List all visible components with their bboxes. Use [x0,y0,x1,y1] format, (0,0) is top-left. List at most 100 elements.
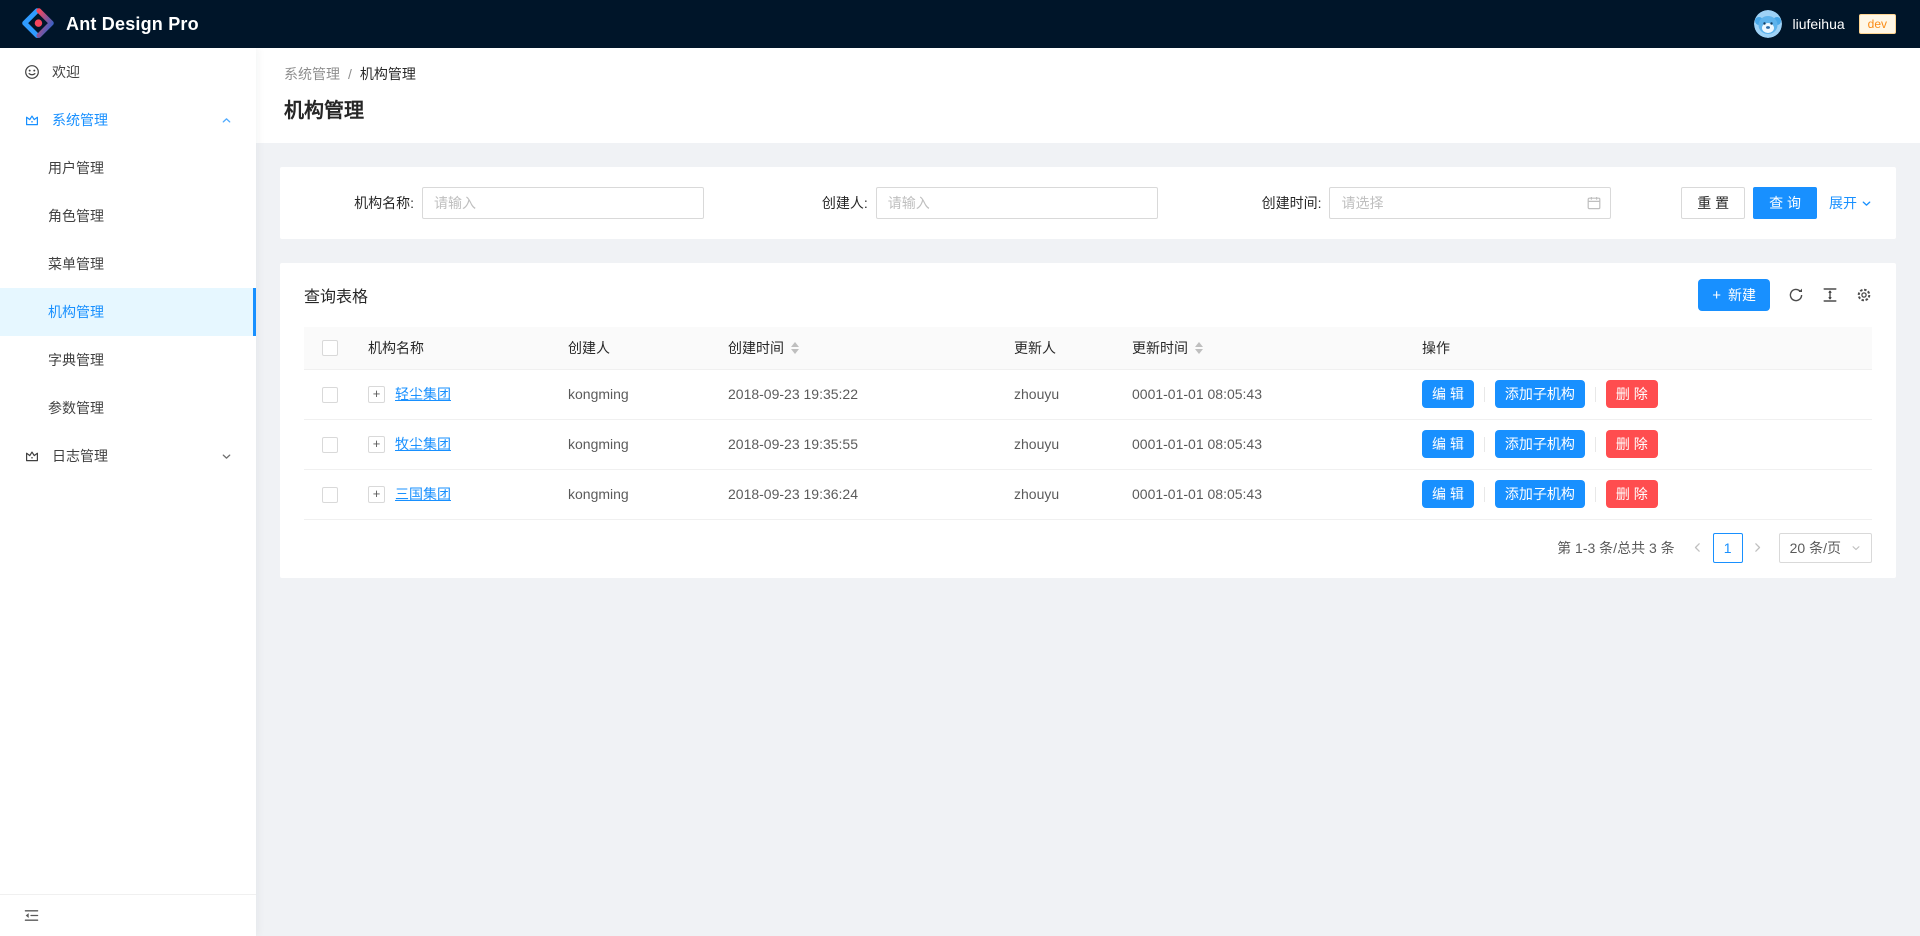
new-button[interactable]: + 新建 [1698,279,1770,311]
divider [1595,437,1596,452]
form-item-org-name: 机构名称: [304,187,758,219]
reset-button[interactable]: 重 置 [1681,187,1745,219]
updated-at-cell: 0001-01-01 08:05:43 [1116,369,1406,419]
column-header-updater: 更新人 [998,327,1116,369]
table-row: + 轻尘集团 kongming 2018-09-23 19:35:22 zhou… [304,369,1872,419]
smile-icon [24,64,40,80]
row-expand-button[interactable]: + [368,386,385,403]
page-size-select[interactable]: 20 条/页 [1779,533,1872,563]
org-table: 机构名称 创建人 创建时间 [304,327,1872,520]
chevron-down-icon [1861,198,1872,209]
sort-carets-icon [791,342,799,354]
pagination-prev-button[interactable] [1685,533,1711,563]
select-all-checkbox[interactable] [322,340,338,356]
breadcrumb-current: 机构管理 [360,64,416,84]
breadcrumb-parent[interactable]: 系统管理 [284,64,340,84]
sidebar-item-org-management[interactable]: 机构管理 [0,288,256,336]
sidebar-item-system-management[interactable]: 系统管理 [0,96,256,144]
updater-cell: zhouyu [998,419,1116,469]
column-header-created-at[interactable]: 创建时间 [712,327,998,369]
search-form: 机构名称: 创建人: 创建时间: [304,187,1665,219]
form-item-creator: 创建人: [758,187,1212,219]
column-header-creator: 创建人 [552,327,712,369]
row-expand-button[interactable]: + [368,486,385,503]
table-row: + 牧尘集团 kongming 2018-09-23 19:35:55 zhou… [304,419,1872,469]
creator-cell: kongming [552,469,712,519]
org-name-link[interactable]: 牧尘集团 [395,434,451,454]
sidebar-item-label: 参数管理 [48,398,104,418]
menu-fold-icon [24,908,39,923]
column-label: 机构名称 [368,338,424,358]
sidebar-item-log-management[interactable]: 日志管理 [0,432,256,480]
column-header-updated-at[interactable]: 更新时间 [1116,327,1406,369]
created-at-cell: 2018-09-23 19:35:22 [712,369,998,419]
calendar-icon [1587,196,1601,210]
add-child-org-button[interactable]: 添加子机构 [1495,380,1585,408]
creator-input[interactable] [876,187,1158,219]
updated-at-cell: 0001-01-01 08:05:43 [1116,469,1406,519]
delete-button[interactable]: 删 除 [1606,480,1658,508]
create-time-label: 创建时间: [1211,193,1329,213]
delete-button[interactable]: 删 除 [1606,430,1658,458]
org-name-input[interactable] [422,187,704,219]
add-child-org-button[interactable]: 添加子机构 [1495,430,1585,458]
sidebar-item-param-management[interactable]: 参数管理 [0,384,256,432]
query-button[interactable]: 查 询 [1753,187,1817,219]
org-name-link[interactable]: 三国集团 [395,484,451,504]
row-checkbox[interactable] [322,387,338,403]
sidebar-item-label: 机构管理 [48,302,104,322]
updated-at-cell: 0001-01-01 08:05:43 [1116,419,1406,469]
user-avatar[interactable] [1754,10,1782,38]
sidebar-menu: 欢迎 系统管理 用户管理 角色管理 菜单管理 机构管理 [0,48,256,894]
crown-icon [24,448,40,464]
page-title: 机构管理 [284,94,1888,123]
delete-button[interactable]: 删 除 [1606,380,1658,408]
edit-button[interactable]: 编 辑 [1422,430,1474,458]
settings-gear-icon[interactable] [1856,287,1872,303]
sidebar-item-user-management[interactable]: 用户管理 [0,144,256,192]
sidebar-item-role-management[interactable]: 角色管理 [0,192,256,240]
sidebar-item-label: 用户管理 [48,158,104,178]
username: liufeihua [1792,16,1844,32]
pagination-next-button[interactable] [1745,533,1771,563]
header-user-area[interactable]: liufeihua dev [1754,10,1896,38]
column-label: 更新时间 [1132,338,1188,358]
sidebar-item-label: 菜单管理 [48,254,104,274]
search-card: 机构名称: 创建人: 创建时间: [280,167,1896,239]
sidebar-item-welcome[interactable]: 欢迎 [0,48,256,96]
breadcrumb: 系统管理 / 机构管理 [284,64,1888,84]
column-header-name: 机构名称 [352,327,552,369]
column-height-icon[interactable] [1822,287,1838,303]
updater-cell: zhouyu [998,469,1116,519]
sidebar-item-dict-management[interactable]: 字典管理 [0,336,256,384]
chevron-down-icon [1851,543,1861,553]
column-label: 创建人 [568,338,610,358]
create-time-input[interactable] [1329,187,1611,219]
table-title: 查询表格 [304,283,368,307]
row-checkbox[interactable] [322,437,338,453]
created-at-cell: 2018-09-23 19:36:24 [712,469,998,519]
add-child-org-button[interactable]: 添加子机构 [1495,480,1585,508]
edit-button[interactable]: 编 辑 [1422,380,1474,408]
column-label: 更新人 [1014,338,1056,358]
reload-icon[interactable] [1788,287,1804,303]
column-label: 操作 [1422,340,1450,356]
sidebar-item-label: 欢迎 [52,62,80,82]
sidebar-item-label: 角色管理 [48,206,104,226]
page-size-value: 20 条/页 [1790,538,1841,558]
pagination-page-1[interactable]: 1 [1713,533,1743,563]
sidebar-item-label: 字典管理 [48,350,104,370]
row-checkbox[interactable] [322,487,338,503]
table-header-row: 机构名称 创建人 创建时间 [304,327,1872,369]
create-time-datepicker[interactable] [1329,187,1611,219]
sidebar-collapse-trigger[interactable] [0,894,256,936]
divider [1595,487,1596,502]
expand-link[interactable]: 展开 [1829,193,1872,213]
edit-button[interactable]: 编 辑 [1422,480,1474,508]
app-logo-icon[interactable] [22,8,54,40]
table-toolbar: 查询表格 + 新建 [280,263,1896,327]
sidebar-item-menu-management[interactable]: 菜单管理 [0,240,256,288]
org-name-link[interactable]: 轻尘集团 [395,384,451,404]
row-expand-button[interactable]: + [368,436,385,453]
created-at-cell: 2018-09-23 19:35:55 [712,419,998,469]
